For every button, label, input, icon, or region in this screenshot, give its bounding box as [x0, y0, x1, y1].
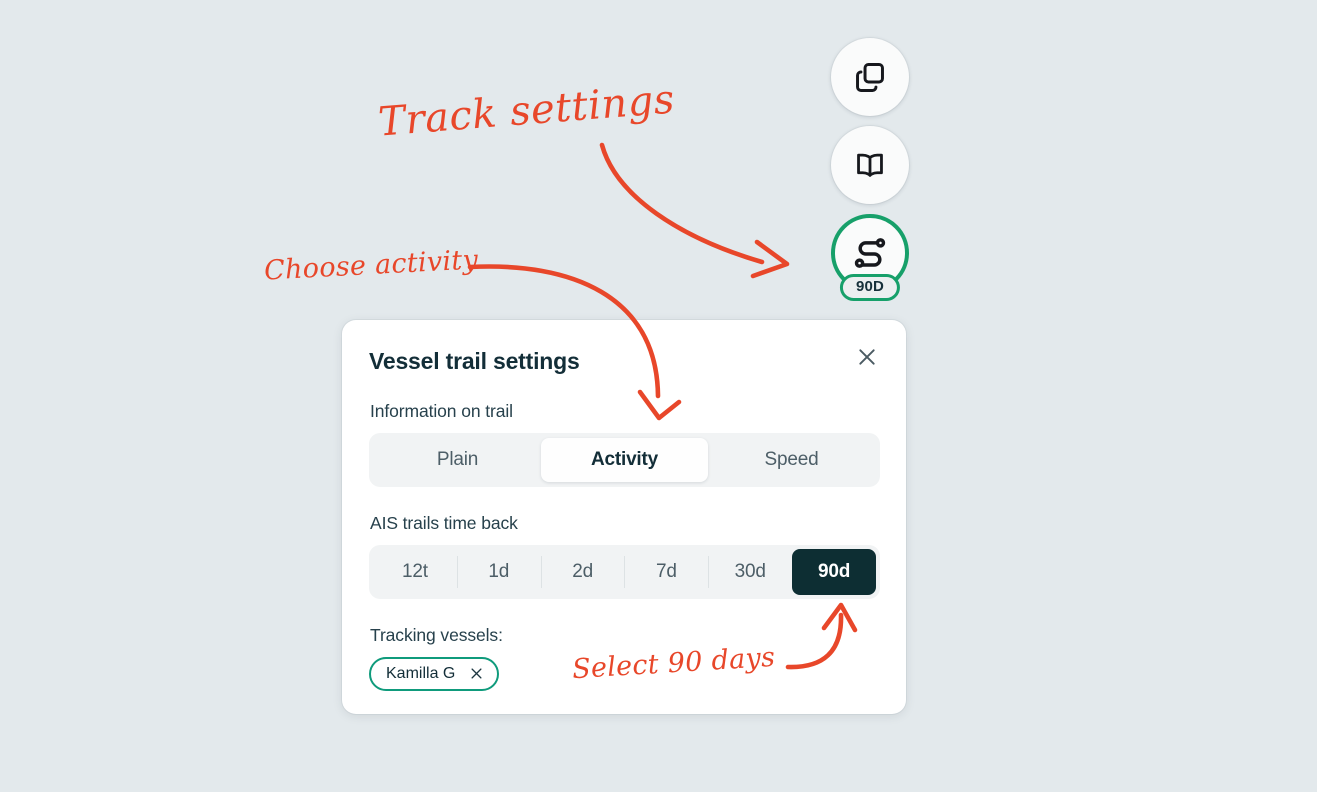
info-option-activity[interactable]: Activity	[541, 438, 708, 482]
information-on-trail-label: Information on trail	[370, 401, 513, 421]
open-book-icon	[854, 149, 886, 181]
vessel-track-badge: 90D	[839, 273, 901, 301]
tool-rail: 90D	[830, 38, 910, 301]
time-option-2d[interactable]: 2d	[540, 549, 625, 595]
copy-layers-button[interactable]	[831, 38, 909, 116]
annotation-choose-activity: Choose activity	[263, 244, 479, 287]
info-option-plain[interactable]: Plain	[374, 438, 541, 482]
information-on-trail-segmented-control: Plain Activity Speed	[369, 433, 880, 487]
info-option-speed[interactable]: Speed	[708, 438, 875, 482]
time-option-7d[interactable]: 7d	[624, 549, 708, 595]
time-option-1d[interactable]: 1d	[456, 549, 541, 595]
vessel-chip[interactable]: Kamilla G	[369, 657, 500, 692]
ais-trails-time-back-segmented-control: 12t 1d 2d 7d 30d 90d	[369, 545, 880, 599]
remove-vessel-icon[interactable]	[469, 666, 484, 681]
close-button[interactable]	[850, 342, 884, 376]
ais-trails-time-back-label: AIS trails time back	[370, 513, 518, 533]
vessel-track-icon	[851, 234, 889, 272]
copy-layers-icon	[853, 60, 887, 94]
time-option-90d[interactable]: 90d	[792, 549, 876, 595]
close-icon	[855, 345, 879, 374]
open-book-button[interactable]	[831, 126, 909, 204]
arrow-track-settings	[599, 142, 765, 265]
time-option-30d[interactable]: 30d	[708, 549, 792, 595]
vessel-track-button[interactable]: 90D	[831, 214, 909, 301]
time-option-12t[interactable]: 12t	[373, 549, 457, 595]
vessel-chip-label: Kamilla G	[386, 665, 456, 682]
vessel-trail-settings-panel: Vessel trail settings Information on tra…	[342, 320, 906, 714]
arrow-head-track-settings	[750, 239, 790, 279]
tracking-vessels-label: Tracking vessels:	[370, 625, 503, 645]
tracking-vessels-chip-list: Kamilla G	[369, 657, 880, 692]
annotation-track-settings: Track settings	[376, 76, 677, 146]
page-title: Vessel trail settings	[369, 348, 580, 374]
